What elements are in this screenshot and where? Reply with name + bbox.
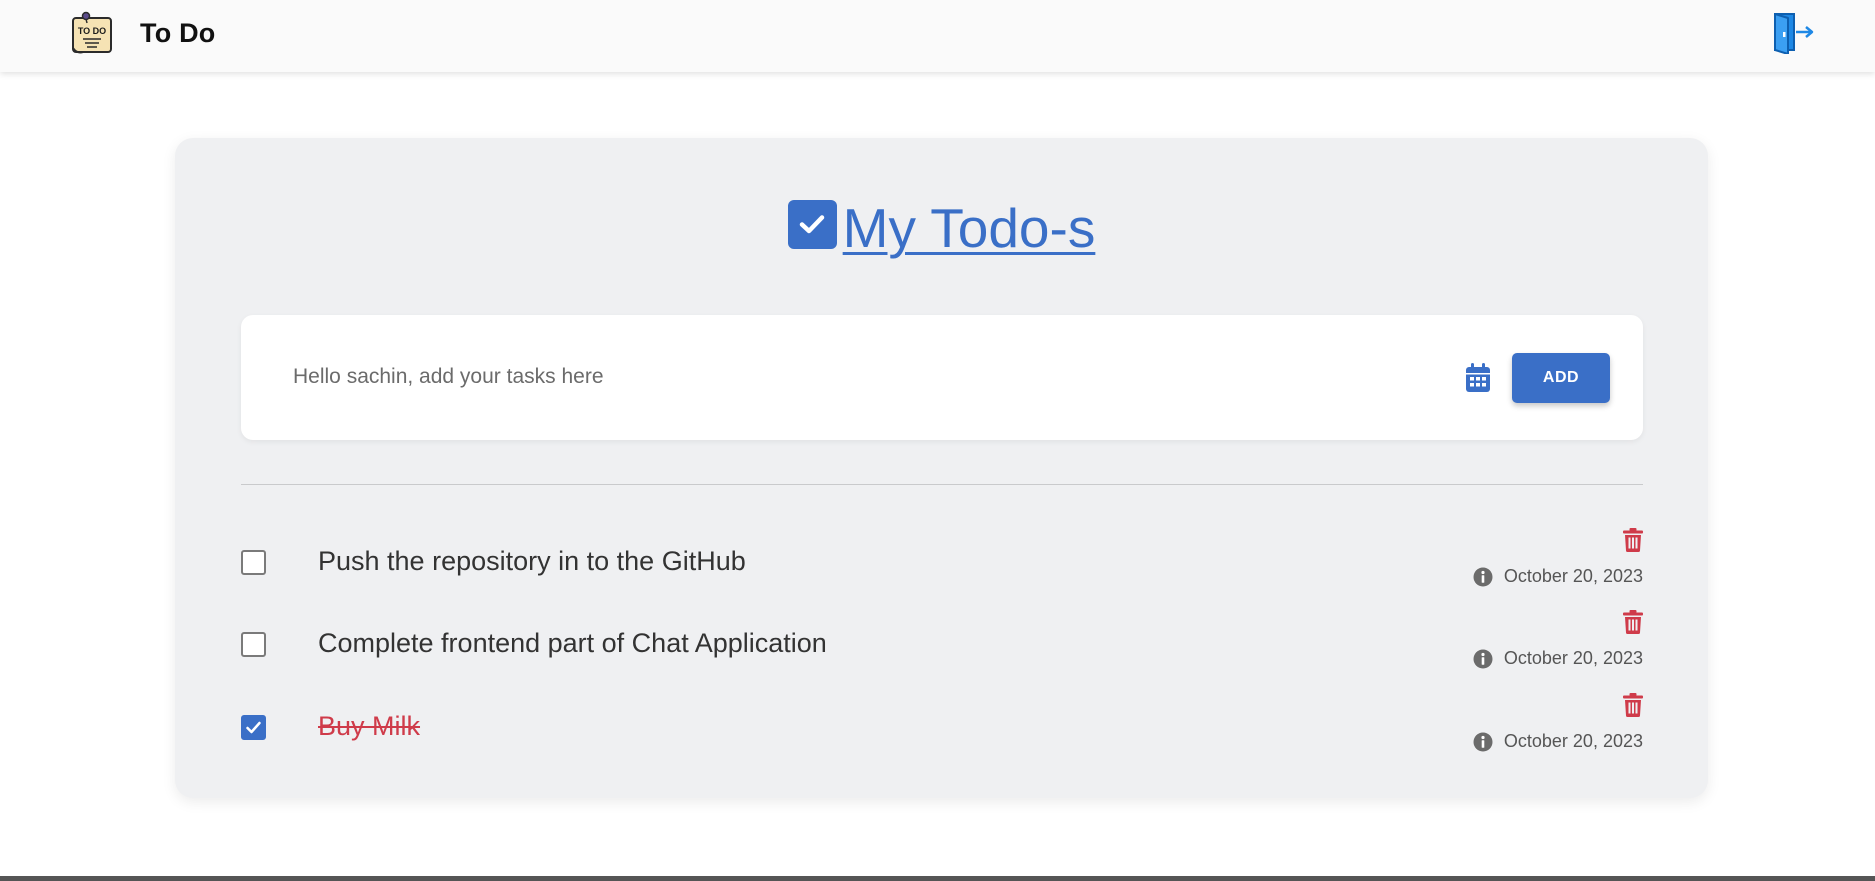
todo-card: My Todo-s ADD Push the repository in to … (175, 138, 1708, 798)
todo-item: Complete frontend part of Chat Applicati… (241, 610, 1643, 680)
footer-bar (0, 876, 1875, 881)
todo-item: Buy Milk October 20, 2023 (241, 693, 1643, 763)
calendar-button[interactable] (1463, 362, 1493, 394)
todo-meta: October 20, 2023 (1473, 731, 1643, 752)
todo-meta: October 20, 2023 (1473, 566, 1643, 587)
todo-checkbox[interactable] (241, 715, 266, 740)
calendar-icon (1466, 363, 1490, 392)
todo-date: October 20, 2023 (1503, 648, 1643, 668)
logout-door-icon (1774, 13, 1814, 55)
todo-note-icon: TO DO (70, 10, 116, 56)
trash-icon (1623, 610, 1643, 634)
logo-text: TO DO (78, 26, 106, 36)
todo-date: October 20, 2023 (1503, 731, 1643, 751)
page-title: My Todo-s (175, 196, 1708, 260)
info-icon (1473, 732, 1493, 751)
todo-item: Push the repository in to the GitHub Oct… (241, 528, 1643, 598)
top-navbar: TO DO To Do (0, 0, 1875, 72)
todo-text: Complete frontend part of Chat Applicati… (318, 628, 827, 658)
delete-button[interactable] (1622, 693, 1644, 717)
todo-text: Buy Milk (318, 711, 421, 741)
task-input[interactable] (291, 355, 1391, 399)
trash-icon (1623, 693, 1643, 717)
divider (241, 484, 1643, 485)
info-icon (1473, 649, 1493, 668)
add-task-panel: ADD (241, 315, 1643, 440)
delete-button[interactable] (1622, 528, 1644, 552)
todo-text: Push the repository in to the GitHub (318, 546, 746, 576)
checkmark-icon (246, 721, 261, 734)
todo-checkbox[interactable] (241, 550, 266, 575)
brand-link[interactable]: TO DO To Do (70, 10, 215, 56)
trash-icon (1623, 528, 1643, 552)
delete-button[interactable] (1622, 610, 1644, 634)
logout-button[interactable] (1770, 10, 1816, 55)
page-title-text: My Todo-s (842, 197, 1096, 259)
todo-checkbox[interactable] (241, 632, 266, 657)
todo-meta: October 20, 2023 (1473, 648, 1643, 669)
todo-date: October 20, 2023 (1503, 566, 1643, 586)
info-icon (1473, 567, 1493, 586)
add-task-button[interactable]: ADD (1512, 353, 1610, 403)
checkbox-icon (787, 199, 837, 249)
brand-title: To Do (140, 17, 216, 48)
